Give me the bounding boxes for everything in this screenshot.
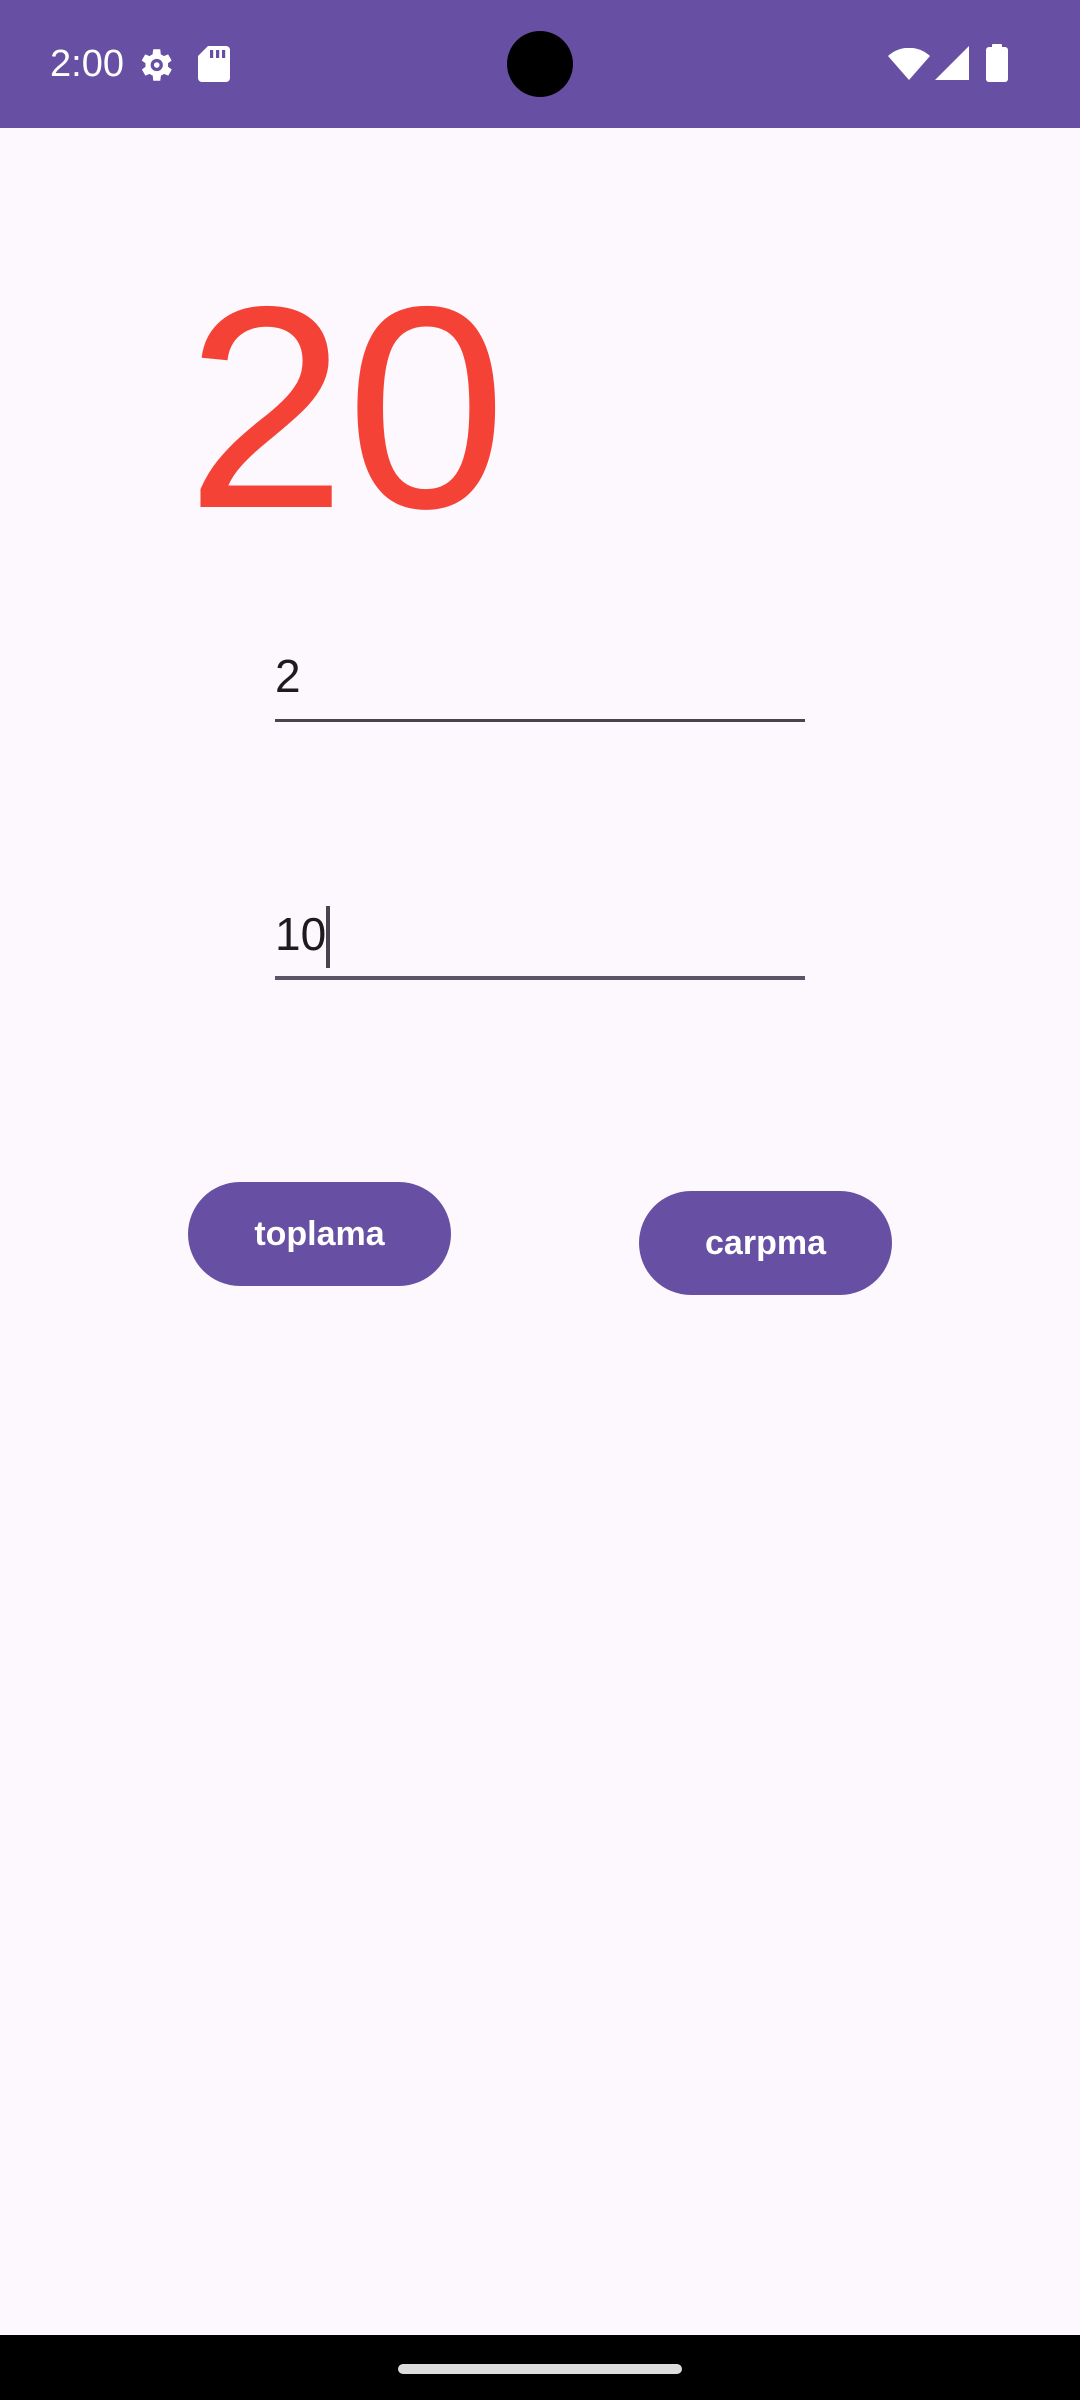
first-field-underline <box>275 719 805 722</box>
sd-card-icon <box>198 46 230 82</box>
toplama-button[interactable]: toplama <box>188 1182 451 1286</box>
wifi-icon <box>888 48 930 80</box>
second-number-field[interactable] <box>275 900 805 980</box>
second-number-input[interactable] <box>275 900 805 968</box>
navigation-bar <box>0 2335 1080 2400</box>
battery-icon <box>986 44 1008 82</box>
text-cursor <box>326 906 330 968</box>
status-time: 2:00 <box>50 43 124 85</box>
result-display: 20 <box>186 247 507 569</box>
gear-icon <box>141 49 172 81</box>
first-number-field[interactable] <box>275 642 805 722</box>
camera-cutout <box>507 31 573 97</box>
signal-icon <box>935 46 969 80</box>
first-number-input[interactable] <box>275 642 805 710</box>
second-field-underline <box>275 976 805 980</box>
gesture-handle[interactable] <box>398 2364 682 2374</box>
status-bar: 2:00 <box>0 0 1080 128</box>
carpma-button[interactable]: carpma <box>639 1191 892 1295</box>
